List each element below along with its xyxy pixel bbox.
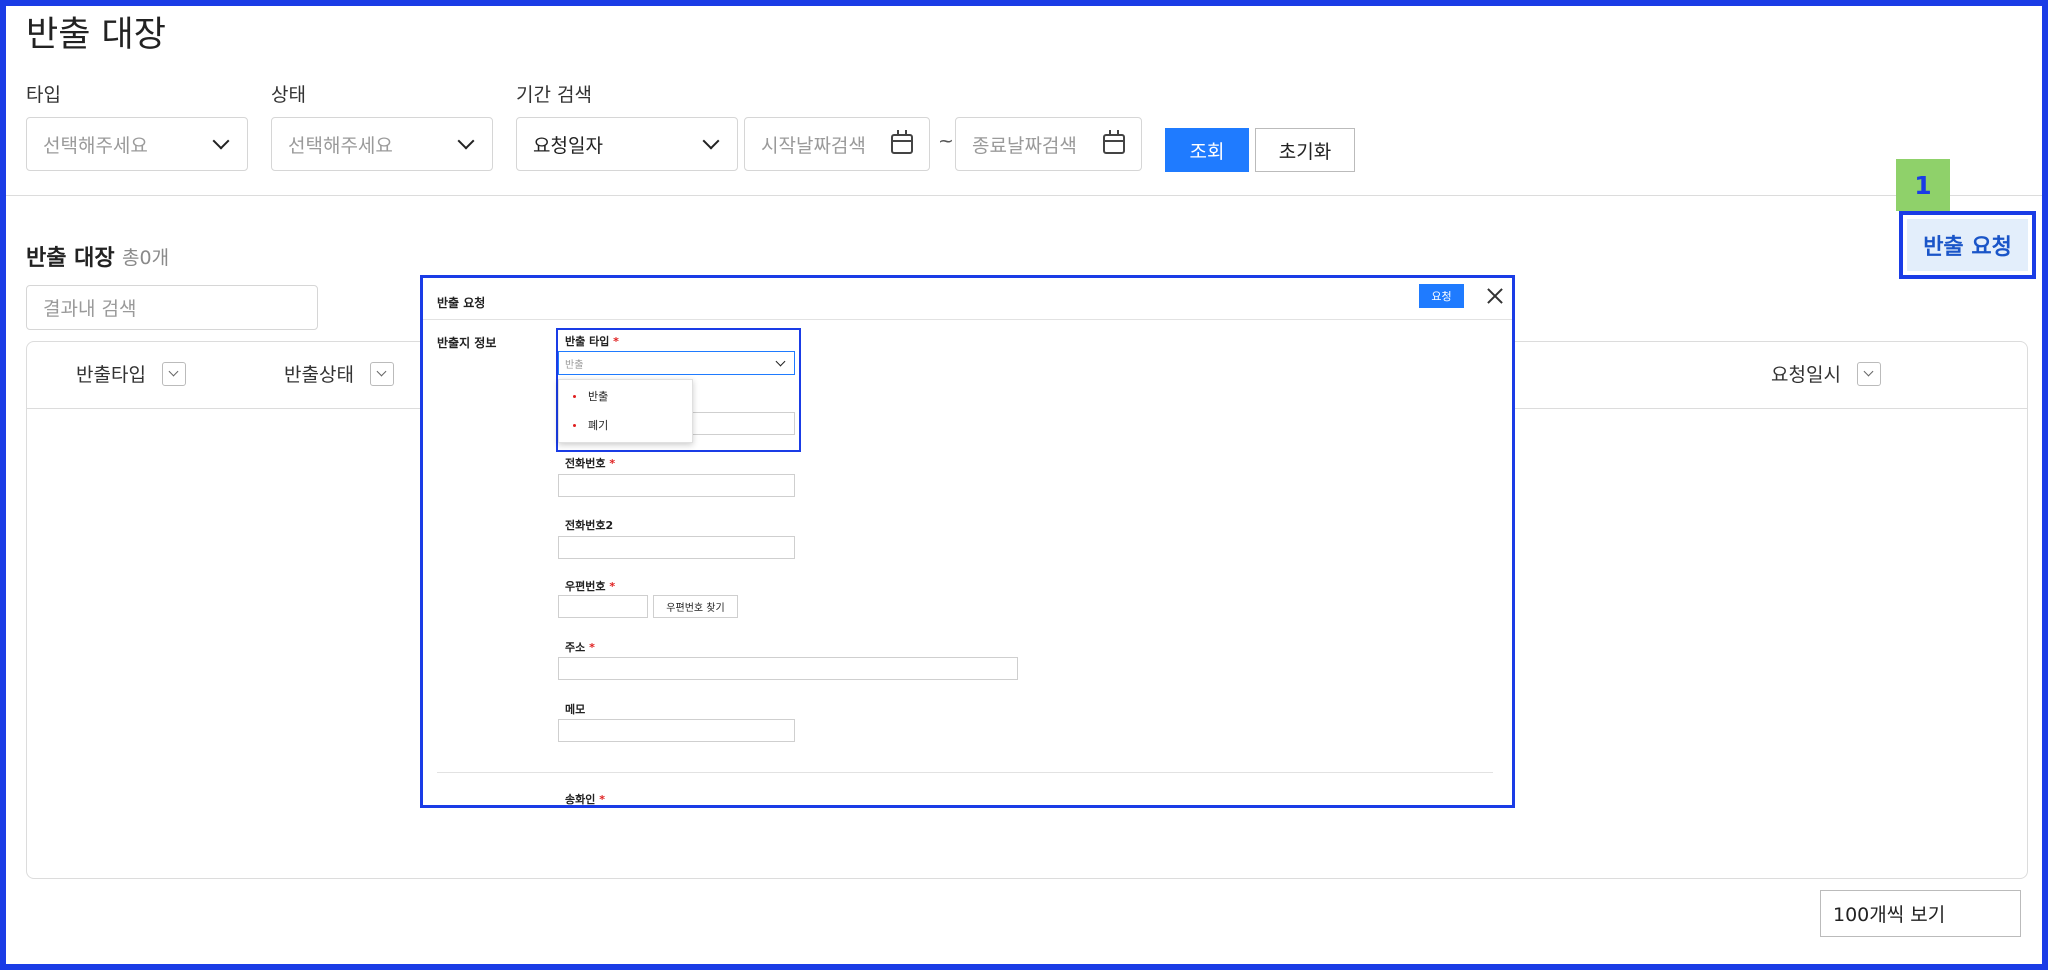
- modal-submit-button[interactable]: 요청: [1419, 284, 1464, 308]
- dropdown-option-label: 반출: [588, 390, 609, 403]
- modal-header: 반출 요청 요청: [423, 278, 1512, 320]
- export-request-button[interactable]: 반출 요청: [1907, 219, 2028, 271]
- dropdown-option[interactable]: 반출: [559, 382, 692, 410]
- bullet-icon: [573, 423, 576, 427]
- start-date-input[interactable]: 시작날짜검색: [744, 117, 930, 171]
- type-select-placeholder: 선택해주세요: [43, 134, 148, 157]
- type-filter-label: 타입: [26, 84, 61, 106]
- field-label: 반출 타입: [565, 335, 610, 348]
- search-button[interactable]: 조회: [1165, 128, 1249, 172]
- page-title: 반출 대장: [26, 15, 166, 55]
- date-range-separator: ~: [938, 130, 954, 152]
- list-count: 총0개: [122, 247, 170, 269]
- modal-title: 반출 요청: [437, 296, 486, 310]
- period-filter-label: 기간 검색: [516, 84, 592, 106]
- scrollbar[interactable]: [1512, 320, 1515, 550]
- end-date-input[interactable]: 종료날짜검색: [955, 117, 1142, 171]
- address-label: 주소 *: [565, 639, 595, 655]
- dropdown-option-label: 폐기: [588, 419, 609, 432]
- field-label: 송화인: [565, 793, 596, 806]
- sender-label: 송화인 *: [565, 791, 605, 806]
- status-select-placeholder: 선택해주세요: [288, 134, 393, 157]
- per-page-select[interactable]: 100개씩 보기: [1820, 890, 2021, 937]
- chevron-down-icon[interactable]: [369, 361, 394, 386]
- reset-button[interactable]: 초기화: [1255, 128, 1355, 172]
- address-input[interactable]: [558, 657, 1018, 680]
- export-request-modal: 반출 요청 요청 반출지 정보 반출 타입 * 반출 반출 폐기 전화번호 * …: [420, 275, 1515, 808]
- column-header-export-status: 반출상태: [284, 360, 394, 387]
- field-label: 전화번호: [565, 457, 606, 470]
- zip-input[interactable]: [558, 595, 648, 618]
- phone-label: 전화번호 *: [565, 455, 615, 471]
- zip-search-button[interactable]: 우편번호 찾기: [653, 595, 738, 618]
- required-mark: *: [613, 335, 619, 348]
- chevron-down-icon: [702, 132, 720, 150]
- type-select[interactable]: 선택해주세요: [26, 117, 248, 171]
- export-type-label: 반출 타입 *: [565, 333, 619, 349]
- export-type-dropdown: 반출 폐기: [558, 379, 693, 443]
- field-label: 우편번호: [565, 580, 606, 593]
- dropdown-option[interactable]: 폐기: [559, 411, 692, 439]
- export-type-select[interactable]: 반출: [558, 351, 795, 375]
- memo-label: 메모: [565, 703, 586, 716]
- bullet-icon: [573, 394, 576, 398]
- start-date-placeholder: 시작날짜검색: [761, 134, 866, 157]
- close-icon[interactable]: [1483, 284, 1507, 308]
- chevron-down-icon: [775, 356, 786, 367]
- memo-input[interactable]: [558, 719, 795, 742]
- column-header-label: 반출타입: [76, 364, 146, 386]
- period-basis-value: 요청일자: [533, 134, 603, 157]
- status-select[interactable]: 선택해주세요: [271, 117, 493, 171]
- required-mark: *: [609, 580, 616, 593]
- phone2-input[interactable]: [558, 536, 795, 559]
- end-date-placeholder: 종료날짜검색: [972, 134, 1077, 157]
- result-search-input[interactable]: 결과내 검색: [26, 285, 318, 330]
- required-mark: *: [599, 793, 605, 806]
- request-button-highlight: 반출 요청: [1899, 211, 2036, 279]
- phone2-label: 전화번호2: [565, 519, 614, 532]
- required-mark: *: [589, 641, 595, 654]
- period-basis-select[interactable]: 요청일자: [516, 117, 738, 171]
- chevron-down-icon: [457, 132, 475, 150]
- divider: [437, 772, 1493, 773]
- calendar-icon[interactable]: [1103, 130, 1125, 154]
- zip-label: 우편번호 *: [565, 578, 615, 594]
- phone-input[interactable]: [558, 474, 795, 497]
- divider: [6, 195, 2042, 196]
- annotation-badge: 1: [1896, 159, 1950, 211]
- required-mark: *: [609, 457, 616, 470]
- chevron-down-icon: [212, 132, 230, 150]
- column-header-label: 반출상태: [284, 364, 354, 386]
- export-type-value: 반출: [565, 359, 584, 371]
- field-label: 주소: [565, 641, 586, 654]
- list-title: 반출 대장: [26, 246, 115, 271]
- calendar-icon[interactable]: [891, 130, 913, 154]
- column-header-label: 요청일시: [1771, 364, 1841, 386]
- status-filter-label: 상태: [271, 84, 306, 106]
- column-header-request-time: 요청일시: [1771, 360, 1881, 387]
- chevron-down-icon[interactable]: [1856, 361, 1881, 386]
- section-label: 반출지 정보: [437, 336, 497, 350]
- column-header-export-type: 반출타입: [76, 360, 186, 387]
- chevron-down-icon[interactable]: [161, 361, 186, 386]
